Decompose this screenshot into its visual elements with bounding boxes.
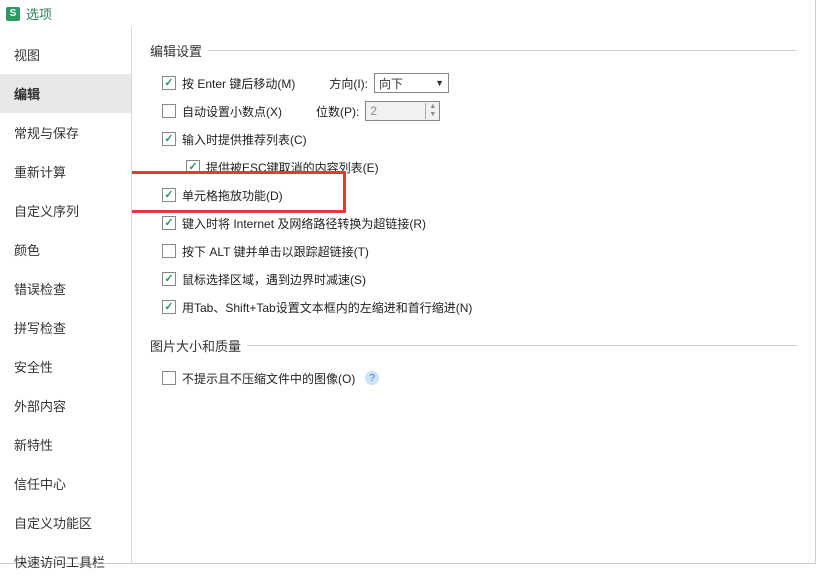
label-esc-list: 提供被ESC键取消的内容列表(E) [206,159,379,176]
checkbox-alt-click[interactable] [162,244,176,258]
sidebar-item-general-save[interactable]: 常规与保存 [0,113,131,152]
row-alt-click: 按下 ALT 键并单击以跟踪超链接(T) [162,240,797,262]
row-drag-drop: 单元格拖放功能(D) [162,184,797,206]
row-tab-indent: 用Tab、Shift+Tab设置文本框内的左缩进和首行缩进(N) [162,296,797,318]
checkbox-drag-drop[interactable] [162,188,176,202]
sidebar-item-quick-toolbar[interactable]: 快速访问工具栏 [0,542,131,581]
row-mouse-slow: 鼠标选择区域，遇到边界时减速(S) [162,268,797,290]
group-image-quality: 图片大小和质量 不提示且不压缩文件中的图像(O) ? [150,336,797,389]
direction-value: 向下 [379,75,403,92]
sidebar-item-spell-check[interactable]: 拼写检查 [0,308,131,347]
arrow-up-icon[interactable]: ▲ [426,103,439,111]
direction-label: 方向(I): [329,75,368,92]
row-suggest-list: 输入时提供推荐列表(C) [162,128,797,150]
checkbox-suggest-list[interactable] [162,132,176,146]
spinner-arrows: ▲ ▼ [425,103,439,119]
window-title: 选项 [26,4,52,23]
sidebar-item-error-check[interactable]: 错误检查 [0,269,131,308]
direction-dropdown[interactable]: 向下 ▼ [374,73,449,93]
digits-controls: 位数(P): 2 ▲ ▼ [316,101,440,121]
help-icon[interactable]: ? [365,371,379,385]
sidebar-item-recalc[interactable]: 重新计算 [0,152,131,191]
label-enter-move: 按 Enter 键后移动(M) [182,75,295,92]
row-hyperlink: 键入时将 Internet 及网络路径转换为超链接(R) [162,212,797,234]
sidebar-item-custom-seq[interactable]: 自定义序列 [0,191,131,230]
row-enter-move: 按 Enter 键后移动(M) 方向(I): 向下 ▼ [162,72,797,94]
sidebar-item-edit[interactable]: 编辑 [0,74,131,113]
label-alt-click: 按下 ALT 键并单击以跟踪超链接(T) [182,243,369,260]
digits-spinner[interactable]: 2 ▲ ▼ [365,101,440,121]
label-hyperlink: 键入时将 Internet 及网络路径转换为超链接(R) [182,215,426,232]
chevron-down-icon: ▼ [435,78,444,88]
arrow-down-icon[interactable]: ▼ [426,111,439,119]
checkbox-mouse-slow[interactable] [162,272,176,286]
group-header-edit: 编辑设置 [150,41,797,60]
group-header-image: 图片大小和质量 [150,336,797,355]
sidebar: 视图 编辑 常规与保存 重新计算 自定义序列 颜色 错误检查 拼写检查 安全性 … [0,27,132,563]
label-mouse-slow: 鼠标选择区域，遇到边界时减速(S) [182,271,366,288]
sidebar-item-custom-ribbon[interactable]: 自定义功能区 [0,503,131,542]
group-edit-settings: 编辑设置 按 Enter 键后移动(M) 方向(I): 向下 ▼ [150,41,797,318]
direction-controls: 方向(I): 向下 ▼ [329,73,449,93]
sidebar-item-view[interactable]: 视图 [0,35,131,74]
main-panel: 编辑设置 按 Enter 键后移动(M) 方向(I): 向下 ▼ [132,27,815,563]
label-drag-drop: 单元格拖放功能(D) [182,187,283,204]
checkbox-esc-list[interactable] [186,160,200,174]
app-icon: S [6,7,20,21]
digits-label: 位数(P): [316,103,359,120]
titlebar: S 选项 [0,0,815,27]
label-auto-decimal: 自动设置小数点(X) [182,103,282,120]
digits-value: 2 [366,104,425,118]
row-auto-decimal: 自动设置小数点(X) 位数(P): 2 ▲ ▼ [162,100,797,122]
sidebar-item-color[interactable]: 颜色 [0,230,131,269]
label-tab-indent: 用Tab、Shift+Tab设置文本框内的左缩进和首行缩进(N) [182,299,472,316]
row-esc-list: 提供被ESC键取消的内容列表(E) [186,156,797,178]
checkbox-auto-decimal[interactable] [162,104,176,118]
options-window: S 选项 视图 编辑 常规与保存 重新计算 自定义序列 颜色 错误检查 拼写检查… [0,0,816,564]
sidebar-item-external[interactable]: 外部内容 [0,386,131,425]
label-no-compress: 不提示且不压缩文件中的图像(O) [182,370,355,387]
checkbox-hyperlink[interactable] [162,216,176,230]
sidebar-item-new-features[interactable]: 新特性 [0,425,131,464]
sidebar-item-trust-center[interactable]: 信任中心 [0,464,131,503]
checkbox-tab-indent[interactable] [162,300,176,314]
row-no-compress: 不提示且不压缩文件中的图像(O) ? [162,367,797,389]
sidebar-item-security[interactable]: 安全性 [0,347,131,386]
checkbox-no-compress[interactable] [162,371,176,385]
label-suggest-list: 输入时提供推荐列表(C) [182,131,307,148]
checkbox-enter-move[interactable] [162,76,176,90]
body: 视图 编辑 常规与保存 重新计算 自定义序列 颜色 错误检查 拼写检查 安全性 … [0,27,815,563]
